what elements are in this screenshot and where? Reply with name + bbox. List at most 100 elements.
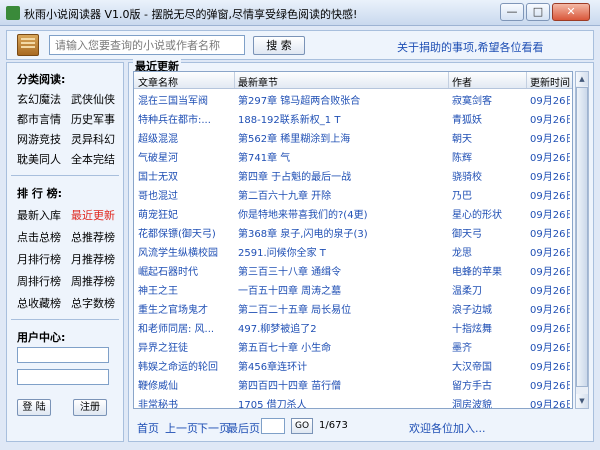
novel-title-link[interactable]: 气破星河 [138,149,234,164]
novel-title-link[interactable]: 异界之狂徒 [138,339,234,354]
next-page-link[interactable]: 下一页 [197,420,230,436]
novel-title-link[interactable]: 风流学生纵横校园 [138,244,234,259]
latest-chapter-link[interactable]: 第四章 于占魁的最后一战 [238,168,452,183]
last-page-link[interactable]: 最后页 [227,420,260,436]
category-link[interactable]: 历史军事 [71,111,115,127]
author-link[interactable]: 星心的形状 [452,206,524,221]
table-row[interactable]: 特种兵在都市:... 188-192联系新权_1 T青狐妖 09月26日 [134,108,572,127]
novel-title-link[interactable]: 非常秘书 [138,396,234,408]
author-link[interactable]: 墨齐 [452,339,524,354]
novel-title-link[interactable]: 混在三国当军阀 [138,92,234,107]
maximize-button[interactable]: □ [526,3,550,21]
novel-title-link[interactable]: 哥也混过 [138,187,234,202]
go-button[interactable]: GO [291,418,313,434]
latest-chapter-link[interactable]: 第562章 稀里糊涂到上海 [238,130,452,145]
table-row[interactable]: 风流学生纵横校园 2591.问候你全家 T龙思 09月26日 [134,241,572,260]
latest-chapter-link[interactable]: 2591.问候你全家 T [238,244,452,259]
ranking-link[interactable]: 最近更新 [71,207,115,223]
password-field[interactable] [17,369,109,385]
first-page-link[interactable]: 首页 [137,420,159,436]
login-button[interactable]: 登 陆 [17,399,51,416]
author-link[interactable]: 十指炫舞 [452,320,524,335]
scroll-down-icon[interactable]: ▼ [576,394,588,408]
latest-chapter-link[interactable]: 第741章 气 [238,149,452,164]
column-header-date[interactable]: 更新时间 [530,74,570,89]
table-row[interactable]: 花都保镖(御天弓) 第368章 泉子,闪电的泉子(3)御天弓 09月26日 [134,222,572,241]
author-link[interactable]: 朝天 [452,130,524,145]
latest-chapter-link[interactable]: 497.柳梦被追了2 [238,320,452,335]
close-button[interactable]: ✕ [552,3,590,21]
ranking-link[interactable]: 总推荐榜 [71,229,115,245]
column-header-author[interactable]: 作者 [452,74,472,89]
author-link[interactable]: 青狐妖 [452,111,524,126]
latest-chapter-link[interactable]: 1705 借刀杀人 [238,396,452,408]
category-link[interactable]: 武侠仙侠 [71,91,115,107]
category-link[interactable]: 网游竞技 [17,131,61,147]
welcome-link[interactable]: 欢迎各位加入... [409,420,486,436]
latest-chapter-link[interactable]: 第四百四十四章 苗行僧 [238,377,452,392]
register-button[interactable]: 注册 [73,399,107,416]
category-link[interactable]: 耽美同人 [17,151,61,167]
ranking-link[interactable]: 点击总榜 [17,229,61,245]
author-link[interactable]: 御天弓 [452,225,524,240]
ranking-link[interactable]: 周排行榜 [17,273,61,289]
latest-chapter-link[interactable]: 第五百七十章 小生命 [238,339,452,354]
novel-title-link[interactable]: 花都保镖(御天弓) [138,225,234,240]
novel-title-link[interactable]: 鞭修威仙 [138,377,234,392]
ranking-link[interactable]: 月排行榜 [17,251,61,267]
column-header-title[interactable]: 文章名称 [138,74,178,89]
scroll-thumb[interactable] [576,87,588,387]
scroll-up-icon[interactable]: ▲ [576,72,588,86]
table-row[interactable]: 哥也混过第二百六十九章 开除乃巴 09月26日 [134,184,572,203]
ranking-link[interactable]: 总收藏榜 [17,295,61,311]
author-link[interactable]: 洞房波貌 [452,396,524,408]
table-row[interactable]: 韩娱之命运的轮回第456章连环计大汉帝国 09月26日 [134,355,572,374]
ranking-link[interactable]: 月推荐榜 [71,251,115,267]
novel-title-link[interactable]: 超级混混 [138,130,234,145]
author-link[interactable]: 陈辉 [452,149,524,164]
ranking-link[interactable]: 最新入库 [17,207,61,223]
category-link[interactable]: 都市言情 [17,111,61,127]
latest-chapter-link[interactable]: 你是特地来带喜我们的?(4更) [238,206,452,221]
author-link[interactable]: 乃巴 [452,187,524,202]
author-link[interactable]: 寂寞剑客 [452,92,524,107]
table-row[interactable]: 崛起石器时代第三百三十八章 通缉令电蜂的苹果 09月26日 [134,260,572,279]
table-row[interactable]: 超级混混第562章 稀里糊涂到上海朝天 09月26日 [134,127,572,146]
table-scrollbar[interactable]: ▲ ▼ [575,71,589,409]
latest-chapter-link[interactable]: 第二百二十五章 局长易位 [238,301,452,316]
table-row[interactable]: 非常秘书 1705 借刀杀人洞房波貌 09月26日 [134,393,572,408]
category-link[interactable]: 全本完结 [71,151,115,167]
novel-title-link[interactable]: 韩娱之命运的轮回 [138,358,234,373]
author-link[interactable]: 电蜂的苹果 [452,263,524,278]
category-link[interactable]: 玄幻魔法 [17,91,61,107]
ranking-link[interactable]: 总字数榜 [71,295,115,311]
author-link[interactable]: 骁骑校 [452,168,524,183]
donate-info-link[interactable]: 关于捐助的事项,希望各位看看 [397,39,544,55]
latest-chapter-link[interactable]: 第456章连环计 [238,358,452,373]
ranking-link[interactable]: 周推荐榜 [71,273,115,289]
author-link[interactable]: 龙思 [452,244,524,259]
table-row[interactable]: 气破星河第741章 气陈辉 09月26日 [134,146,572,165]
table-row[interactable]: 重生之官场鬼才第二百二十五章 局长易位浪子边城 09月26日 [134,298,572,317]
novel-title-link[interactable]: 重生之官场鬼才 [138,301,234,316]
novel-title-link[interactable]: 和老师同居: 风... [138,320,234,335]
author-link[interactable]: 温柔刀 [452,282,524,297]
latest-chapter-link[interactable]: 第三百三十八章 通缉令 [238,263,452,278]
author-link[interactable]: 大汉帝国 [452,358,524,373]
table-row[interactable]: 鞭修威仙第四百四十四章 苗行僧留方手古 09月26日 [134,374,572,393]
minimize-button[interactable]: — [500,3,524,21]
novel-title-link[interactable]: 萌宠狂妃 [138,206,234,221]
author-link[interactable]: 留方手古 [452,377,524,392]
table-row[interactable]: 神王之王一百五十四章 周涛之墓温柔刀 09月26日 [134,279,572,298]
search-input[interactable] [49,35,245,55]
table-row[interactable]: 国士无双第四章 于占魁的最后一战骁骑校 09月26日 [134,165,572,184]
column-header-chapter[interactable]: 最新章节 [238,74,278,89]
author-link[interactable]: 浪子边城 [452,301,524,316]
latest-chapter-link[interactable]: 188-192联系新权_1 T [238,111,452,126]
page-number-input[interactable] [261,418,285,434]
table-row[interactable]: 萌宠狂妃你是特地来带喜我们的?(4更)星心的形状 09月26日 [134,203,572,222]
prev-page-link[interactable]: 上一页 [165,420,198,436]
search-button[interactable]: 搜 索 [253,36,305,55]
novel-title-link[interactable]: 神王之王 [138,282,234,297]
novel-title-link[interactable]: 崛起石器时代 [138,263,234,278]
